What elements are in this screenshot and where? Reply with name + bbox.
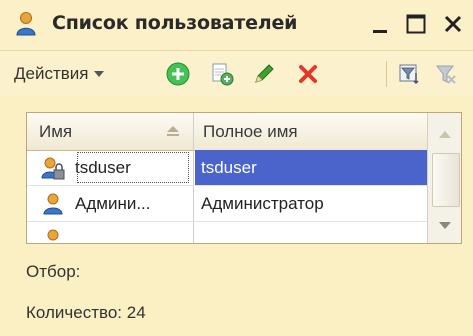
minimize-icon[interactable]: [369, 12, 393, 36]
user-icon: [16, 12, 36, 36]
cell-name: tsduser: [75, 150, 191, 185]
filter-icon[interactable]: [397, 61, 423, 87]
user-lock-icon: [41, 157, 65, 180]
delete-icon[interactable]: [295, 61, 321, 87]
toolbar: Действия: [0, 51, 473, 97]
title-bar[interactable]: Список пользователей: [0, 0, 473, 51]
chevron-down-icon: [94, 71, 105, 77]
users-list-window: Список пользователей Действия Имя Полное…: [0, 0, 473, 336]
table-row[interactable]: [27, 222, 427, 243]
cell-full-name: tsduser: [195, 150, 431, 185]
actions-menu-button[interactable]: Действия: [14, 63, 105, 85]
toolbar-separator: [386, 61, 387, 87]
maximize-icon[interactable]: [404, 12, 428, 36]
cell-full-name: Администратор: [201, 194, 324, 213]
user-icon: [43, 193, 63, 215]
count-label: Количество: 24: [26, 303, 146, 322]
table-header: Имя Полное имя: [27, 113, 461, 151]
edit-icon[interactable]: [251, 61, 277, 87]
table-row[interactable]: Админи... Администратор: [27, 186, 427, 222]
vertical-scrollbar[interactable]: [427, 113, 462, 243]
column-header-full-name[interactable]: Полное имя: [203, 113, 298, 150]
scroll-up-icon[interactable]: [428, 119, 462, 149]
close-icon[interactable]: [441, 12, 465, 36]
window-title: Список пользователей: [52, 12, 298, 34]
filter-label: Отбор:: [26, 262, 81, 281]
clear-filter-icon[interactable]: [433, 61, 459, 87]
scroll-down-icon[interactable]: [428, 211, 462, 241]
scrollbar-thumb[interactable]: [432, 153, 460, 207]
actions-label: Действия: [14, 64, 89, 83]
sort-icon: [167, 126, 179, 136]
cell-name: Админи...: [75, 194, 151, 213]
user-icon: [47, 229, 59, 241]
users-table: Имя Полное имя tsduser tsduser Админи...…: [26, 112, 462, 244]
table-row[interactable]: tsduser tsduser: [27, 150, 431, 186]
copy-icon[interactable]: [209, 61, 235, 87]
column-header-name[interactable]: Имя: [39, 113, 72, 150]
add-icon[interactable]: [165, 61, 191, 87]
